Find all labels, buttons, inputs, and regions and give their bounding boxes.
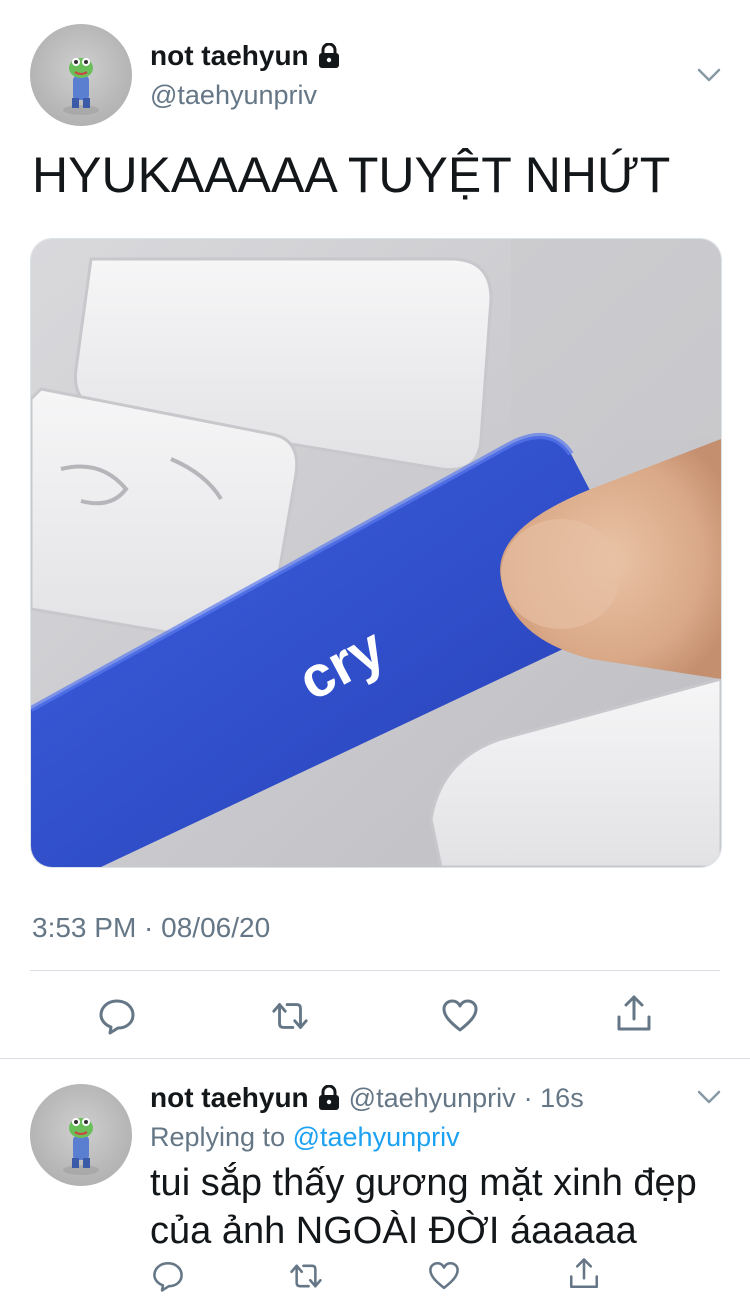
heart-icon[interactable] [440, 996, 480, 1036]
tweet-media-image[interactable]: cry [30, 238, 722, 868]
main-tweet: not taehyun @taehyunpriv HYUKAAAAA TUYỆT… [0, 0, 750, 1058]
reply-icon[interactable] [150, 1258, 186, 1294]
reply-avatar[interactable] [30, 1084, 132, 1186]
reply-time: · 16s [523, 1082, 584, 1113]
heart-icon[interactable] [426, 1258, 462, 1294]
reply-handle[interactable]: @taehyunpriv [349, 1083, 516, 1114]
chevron-down-icon[interactable] [694, 60, 724, 90]
section-divider [0, 1058, 750, 1059]
display-name[interactable]: not taehyun [150, 40, 309, 72]
reply-author-row[interactable]: not taehyun @taehyunpriv · 16s [150, 1082, 584, 1114]
author-name-row[interactable]: not taehyun [150, 40, 341, 72]
chevron-down-icon[interactable] [694, 1082, 724, 1112]
replying-mention-link[interactable]: @taehyunpriv [293, 1122, 460, 1152]
reply-display-name[interactable]: not taehyun [150, 1082, 309, 1114]
reply-text-line-1: tui sắp thấy gương mặt xinh đẹp [150, 1162, 697, 1204]
replying-to-line: Replying to @taehyunpriv [150, 1122, 460, 1153]
lock-icon [317, 1085, 341, 1111]
reply-icon[interactable] [97, 996, 137, 1036]
lock-icon [317, 43, 341, 69]
avatar[interactable] [30, 24, 132, 126]
retweet-icon[interactable] [288, 1258, 324, 1294]
tweet-timestamp[interactable]: 3:53 PM · 08/06/20 [32, 912, 270, 944]
tweet-text: HYUKAAAAA TUYỆT NHỨT [32, 147, 671, 203]
retweet-icon[interactable] [270, 996, 310, 1036]
reply-text-line-2: của ảnh NGOÀI ĐỜI áaaaaa [150, 1210, 637, 1252]
author-handle[interactable]: @taehyunpriv [150, 80, 317, 111]
share-icon[interactable] [566, 1256, 602, 1292]
replying-prefix: Replying to [150, 1122, 286, 1152]
divider [30, 970, 720, 971]
share-icon[interactable] [614, 994, 654, 1034]
